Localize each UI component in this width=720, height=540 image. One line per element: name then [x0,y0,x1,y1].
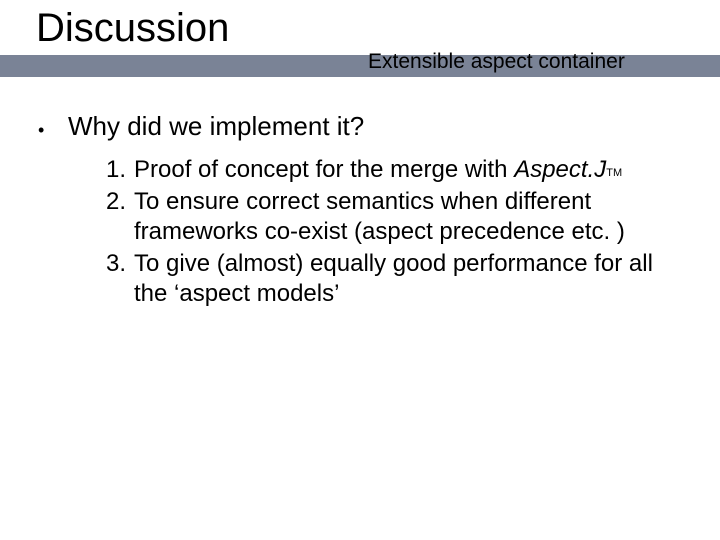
slide-title: Discussion [36,6,229,51]
trademark-symbol: TM [606,167,622,179]
slide: Discussion Extensible aspect container •… [0,0,720,540]
numbered-list: 1. Proof of concept for the merge with A… [92,155,680,309]
list-number: 3. [92,249,134,279]
bullet-text: Why did we implement it? [68,112,364,142]
slide-subtitle: Extensible aspect container [368,50,625,74]
list-item: 1. Proof of concept for the merge with A… [92,155,680,185]
list-text-pre: Proof of concept for the merge with [134,156,514,183]
list-text: To ensure correct semantics when differe… [134,187,654,247]
list-number: 2. [92,187,134,217]
list-number: 1. [92,155,134,185]
bullet-marker: • [38,112,68,145]
list-text: Proof of concept for the merge with Aspe… [134,155,622,185]
list-item: 3. To give (almost) equally good perform… [92,249,680,309]
list-text: To give (almost) equally good performanc… [134,249,654,309]
slide-body: • Why did we implement it? 1. Proof of c… [38,112,680,311]
list-item: 2. To ensure correct semantics when diff… [92,187,680,247]
bullet-item: • Why did we implement it? [38,112,680,145]
aspectj-name: Aspect.J [514,156,606,183]
